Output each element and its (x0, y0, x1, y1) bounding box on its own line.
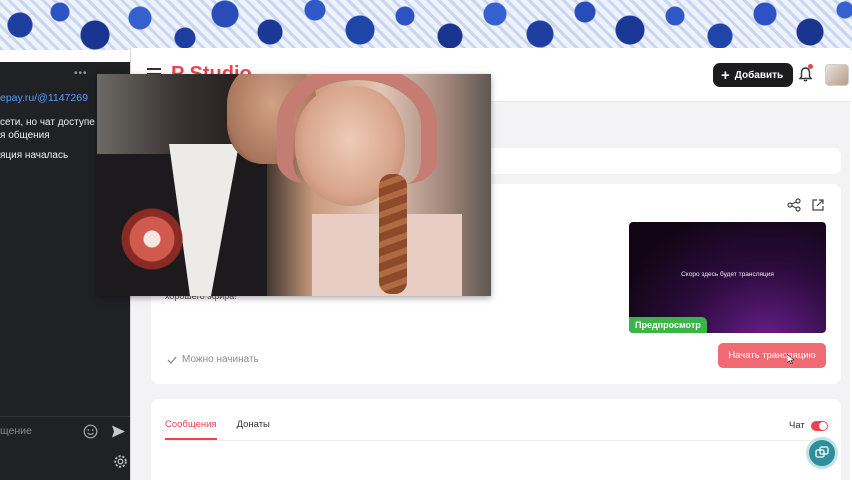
more-options-icon[interactable]: ••• (74, 68, 88, 79)
chat-input[interactable]: щение (0, 425, 32, 437)
plus-icon: + (721, 66, 730, 84)
preview-badge: Предпросмотр (629, 317, 707, 333)
mouse-cursor-icon (787, 354, 794, 364)
settings-icon[interactable] (113, 454, 128, 469)
add-button[interactable]: + Добавить (713, 63, 794, 87)
floating-photo-overlay (97, 74, 491, 296)
notification-dot (808, 64, 813, 69)
avatar[interactable] (825, 64, 849, 86)
tab-donations[interactable]: Донаты (237, 419, 270, 440)
chat-input-bar: щение (0, 416, 130, 446)
support-chat-button[interactable] (806, 437, 838, 469)
messages-card: Сообщения Донаты Чат (151, 399, 841, 480)
tabs-divider (165, 440, 827, 441)
emoji-icon[interactable] (83, 424, 98, 439)
chat-toggle-switch[interactable] (810, 420, 828, 431)
chat-message: яция началась (0, 150, 69, 161)
chat-message: я общения (0, 130, 50, 141)
check-icon (167, 356, 177, 364)
chat-message: сети, но чат доступе (0, 117, 95, 128)
chat-link[interactable]: epay.ru/@1147269 (0, 92, 88, 104)
share-icon[interactable] (787, 198, 801, 212)
support-chat-icon (815, 446, 829, 458)
chat-toggle-label: Чат (789, 420, 805, 431)
stream-preview: Скоро здесь будет трансляция Предпросмот… (629, 222, 826, 333)
preview-placeholder-text: Скоро здесь будет трансляция (681, 271, 774, 278)
decorative-banner (0, 0, 852, 50)
add-button-label: Добавить (734, 69, 784, 81)
bell-icon[interactable] (799, 67, 812, 82)
external-link-icon[interactable] (811, 198, 825, 212)
ready-status-label: Можно начинать (182, 354, 259, 365)
send-icon[interactable] (111, 424, 126, 439)
chat-toggle-group: Чат (789, 420, 828, 431)
ready-status: Можно начинать (167, 354, 259, 365)
start-stream-button[interactable]: Начать трансляцию (718, 343, 826, 368)
tab-messages[interactable]: Сообщения (165, 419, 217, 440)
messages-tabs: Сообщения Донаты (165, 419, 270, 440)
